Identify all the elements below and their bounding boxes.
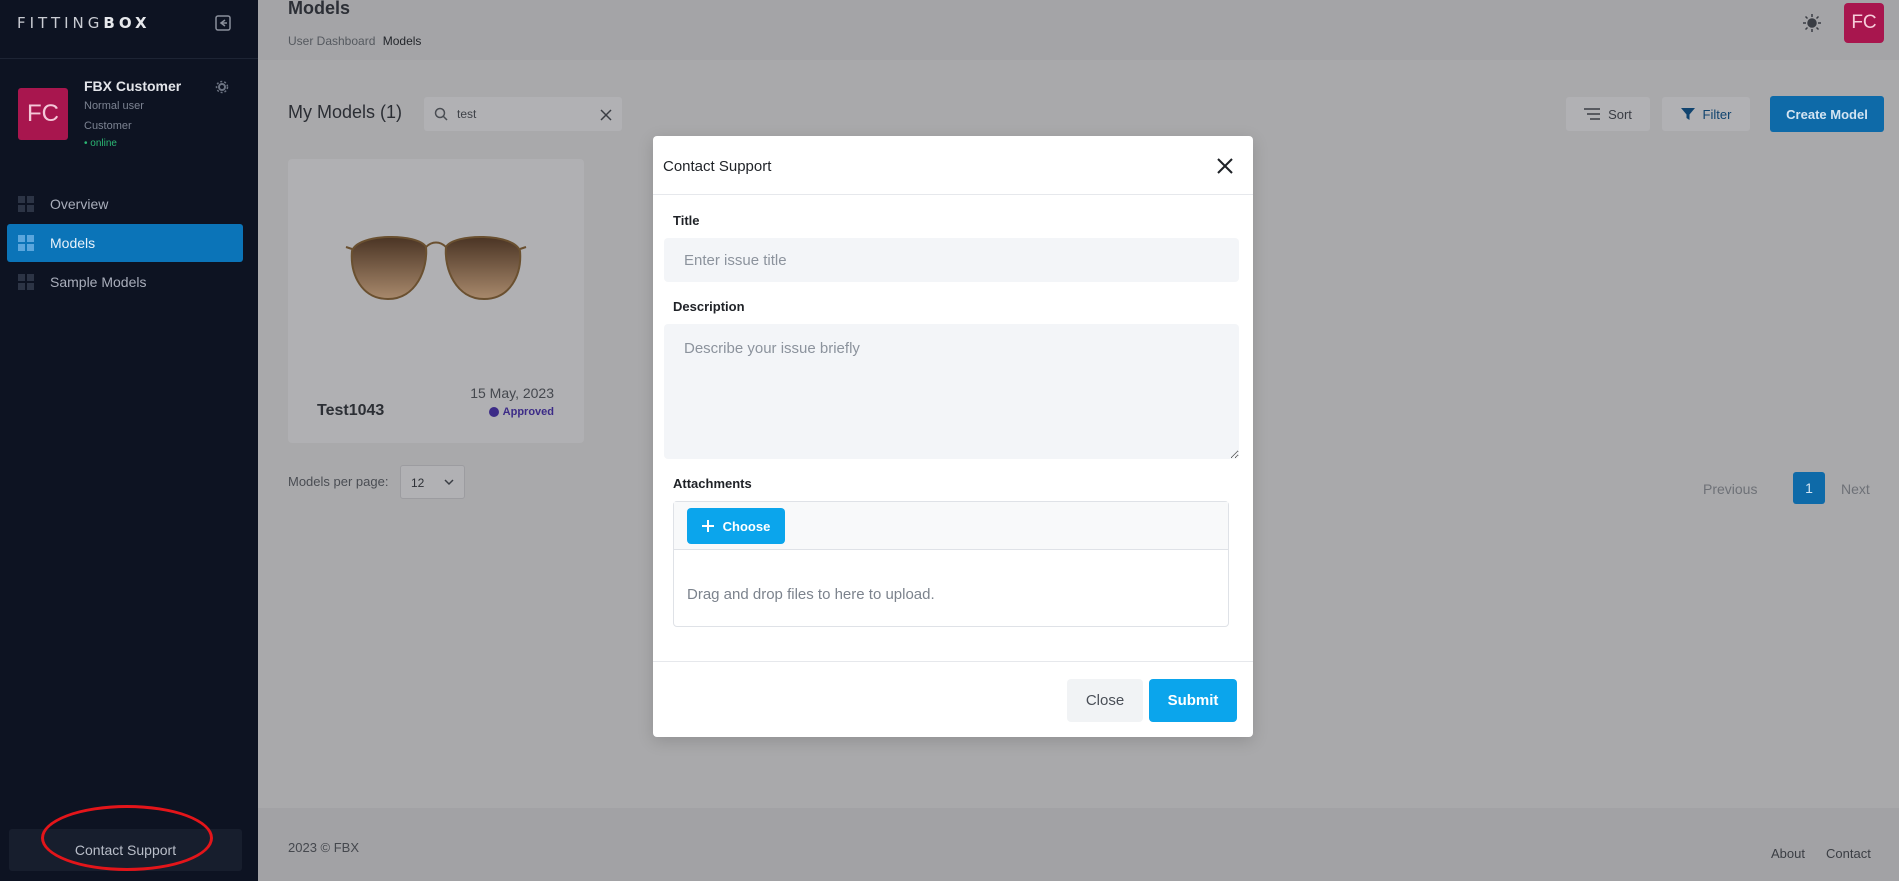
sidebar-divider bbox=[0, 58, 258, 59]
breadcrumb-models: Models bbox=[382, 34, 422, 48]
plus-icon bbox=[701, 520, 714, 532]
pagination-page-1[interactable]: 1 bbox=[1793, 472, 1825, 504]
model-card[interactable]: Test1043 15 May, 2023 Approved bbox=[288, 159, 584, 443]
per-page-value: 12 bbox=[411, 476, 425, 490]
per-page-label: Models per page: bbox=[288, 474, 389, 489]
sort-button[interactable]: Sort bbox=[1566, 97, 1650, 131]
online-status: • online bbox=[84, 138, 117, 149]
filter-button[interactable]: Filter bbox=[1662, 97, 1750, 131]
breadcrumb-user-dashboard[interactable]: User Dashboard bbox=[288, 34, 375, 48]
sort-label: Sort bbox=[1608, 106, 1632, 122]
search-input[interactable]: test bbox=[424, 97, 622, 131]
create-model-button[interactable]: Create Model bbox=[1770, 96, 1884, 132]
file-upload-dropzone[interactable]: Choose Drag and drop files to here to up… bbox=[673, 501, 1229, 627]
sidebar-item-label: Sample Models bbox=[50, 274, 147, 290]
submit-button[interactable]: Submit bbox=[1149, 679, 1237, 722]
collapse-sidebar-icon[interactable] bbox=[214, 14, 232, 32]
status-badge-label: Approved bbox=[502, 406, 554, 418]
app-logo[interactable]: FITTINGBOX bbox=[17, 14, 151, 32]
sort-icon bbox=[1584, 108, 1601, 120]
model-name: Test1043 bbox=[317, 402, 385, 419]
footer-copyright: 2023 © FBX bbox=[288, 840, 360, 855]
per-page-select[interactable]: 12 bbox=[400, 465, 465, 499]
pagination-previous[interactable]: Previous bbox=[1703, 481, 1757, 497]
clear-search-icon[interactable] bbox=[600, 108, 612, 121]
grid-icon bbox=[18, 196, 34, 212]
footer-contact-link[interactable]: Contact bbox=[1826, 846, 1871, 861]
gear-icon[interactable] bbox=[215, 80, 229, 94]
profile-name: FBX Customer bbox=[84, 78, 182, 94]
sun-icon[interactable] bbox=[1802, 13, 1822, 33]
breadcrumb: User Dashboard Models bbox=[288, 34, 421, 48]
upload-toolbar: Choose bbox=[674, 502, 1228, 550]
profile-avatar[interactable]: FC bbox=[18, 88, 68, 140]
dropzone-hint: Drag and drop files to here to upload. bbox=[687, 586, 935, 603]
search-icon bbox=[434, 107, 448, 121]
sidebar-item-label: Overview bbox=[50, 196, 109, 212]
grid-icon bbox=[18, 235, 34, 251]
logo-text-left: FITTING bbox=[17, 14, 104, 32]
check-circle-icon bbox=[488, 407, 499, 417]
modal-title: Contact Support bbox=[663, 158, 772, 175]
model-date: 15 May, 2023 bbox=[470, 385, 554, 401]
sidebar-item-sample-models[interactable]: Sample Models bbox=[7, 263, 243, 301]
logo-text-right: BOX bbox=[103, 14, 151, 32]
title-label: Title bbox=[673, 213, 700, 228]
top-bar bbox=[258, 0, 1899, 60]
page-title: Models bbox=[288, 0, 351, 18]
user-avatar[interactable]: FC bbox=[1844, 3, 1884, 43]
filter-label: Filter bbox=[1702, 106, 1732, 122]
title-input[interactable] bbox=[664, 238, 1239, 282]
pagination-next[interactable]: Next bbox=[1841, 481, 1870, 497]
section-heading: My Models (1) bbox=[288, 102, 403, 122]
description-textarea[interactable] bbox=[664, 324, 1239, 459]
choose-file-button[interactable]: Choose bbox=[687, 508, 785, 544]
sidebar-item-label: Models bbox=[50, 235, 96, 251]
annotation-circle bbox=[41, 805, 213, 871]
attachments-label: Attachments bbox=[673, 476, 752, 491]
description-label: Description bbox=[673, 299, 745, 314]
chevron-down-icon bbox=[444, 479, 454, 486]
profile-type: Customer bbox=[84, 120, 132, 132]
footer-about-link[interactable]: About bbox=[1771, 846, 1805, 861]
footer bbox=[258, 808, 1899, 881]
close-button[interactable]: Close bbox=[1067, 679, 1143, 722]
modal-header: Contact Support bbox=[653, 136, 1253, 195]
modal-footer-divider bbox=[653, 661, 1253, 662]
sunglasses-thumbnail bbox=[345, 236, 527, 301]
status-badge: Approved bbox=[488, 406, 554, 418]
contact-support-modal: Contact Support Title Description Attach… bbox=[653, 136, 1253, 737]
sidebar: FITTINGBOX FC FBX Customer Normal user C… bbox=[0, 0, 258, 881]
grid-icon bbox=[18, 274, 34, 290]
choose-label: Choose bbox=[722, 518, 771, 534]
profile-role: Normal user bbox=[84, 100, 144, 112]
search-value: test bbox=[457, 107, 477, 121]
sidebar-item-overview[interactable]: Overview bbox=[7, 185, 243, 223]
sidebar-item-models[interactable]: Models bbox=[7, 224, 243, 262]
filter-icon bbox=[1680, 108, 1695, 120]
close-icon[interactable] bbox=[1216, 157, 1234, 175]
